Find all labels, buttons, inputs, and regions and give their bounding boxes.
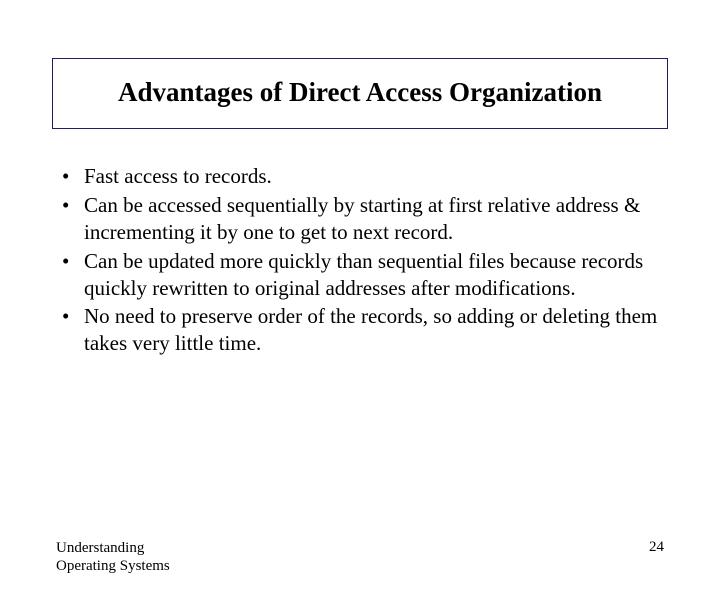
list-item: No need to preserve order of the records… (56, 303, 664, 357)
slide-footer: Understanding Operating Systems 24 (56, 539, 664, 577)
title-box: Advantages of Direct Access Organization (52, 58, 668, 129)
bullet-list: Fast access to records. Can be accessed … (56, 163, 664, 357)
list-item: Can be accessed sequentially by starting… (56, 192, 664, 246)
footer-line2: Operating Systems (56, 557, 170, 576)
slide-title: Advantages of Direct Access Organization (63, 77, 657, 108)
slide: Advantages of Direct Access Organization… (0, 58, 720, 598)
footer-source: Understanding Operating Systems (56, 539, 170, 577)
footer-line1: Understanding (56, 539, 170, 558)
list-item: Can be updated more quickly than sequent… (56, 248, 664, 302)
list-item: Fast access to records. (56, 163, 664, 190)
page-number: 24 (649, 539, 664, 556)
slide-body: Fast access to records. Can be accessed … (56, 163, 664, 357)
